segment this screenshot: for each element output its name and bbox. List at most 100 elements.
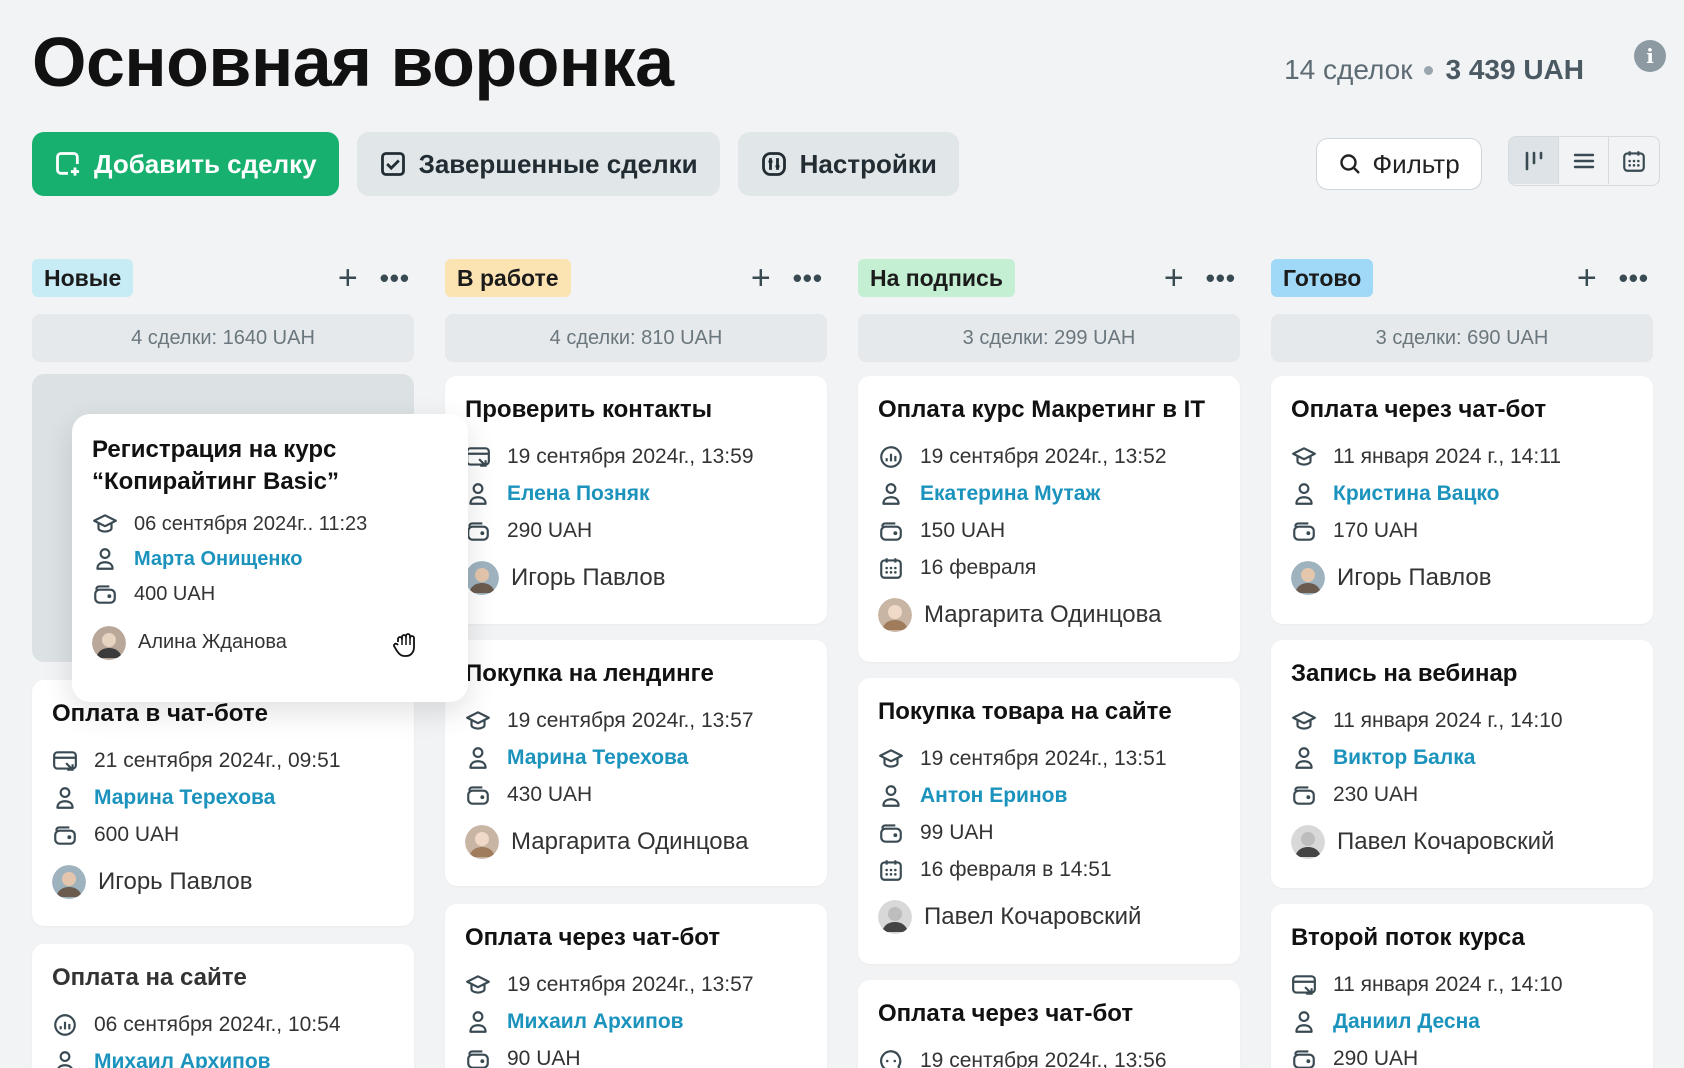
form-icon (1291, 972, 1317, 998)
client-link[interactable]: Марина Терехова (94, 786, 275, 810)
deal-card[interactable]: Оплата через чат-бот 19 сентября 2024г.,… (445, 904, 827, 1068)
due-date: 16 февраля в 14:51 (920, 857, 1112, 881)
user-icon (465, 1009, 491, 1035)
client-link[interactable]: Михаил Архипов (94, 1050, 271, 1068)
add-card-icon[interactable]: + (338, 261, 358, 295)
deal-amount: 400 UAH (134, 582, 216, 605)
add-card-icon[interactable]: + (1577, 261, 1597, 295)
grab-cursor-icon (393, 633, 415, 657)
wallet-icon (878, 518, 904, 544)
deal-date: 19 сентября 2024г., 13:57 (507, 972, 754, 996)
course-icon (465, 708, 491, 734)
search-icon (1340, 154, 1361, 174)
list-icon (1573, 153, 1594, 168)
more-icon[interactable]: ••• (1206, 265, 1236, 291)
avatar (878, 900, 912, 935)
deal-amount: 90 UAH (507, 1046, 581, 1068)
wallet-icon (878, 820, 904, 846)
deal-amount: 99 UAH (920, 820, 994, 844)
settings-icon (761, 152, 786, 176)
settings-button[interactable]: Настройки (737, 132, 959, 196)
add-deal-icon (56, 152, 80, 176)
course-icon (1291, 708, 1317, 734)
deal-title: Регистрация на курс “Копирайтинг Basic” (92, 436, 340, 496)
deal-card[interactable]: Второй поток курса 11 января 2024 г., 14… (1271, 904, 1653, 1068)
info-icon[interactable]: i (1634, 40, 1666, 72)
add-card-icon[interactable]: + (751, 261, 771, 295)
deal-card[interactable]: Оплата курс Макретинг в IT 19 сентября 2… (858, 376, 1240, 662)
user-icon (465, 481, 491, 507)
client-link[interactable]: Антон Еринов (920, 784, 1067, 808)
client-link[interactable]: Екатерина Мутаж (920, 482, 1100, 506)
avatar (92, 625, 126, 660)
user-icon (52, 785, 78, 811)
deal-date: 21 сентября 2024г., 09:51 (94, 748, 341, 772)
more-icon[interactable]: ••• (793, 265, 823, 291)
wallet-icon (465, 518, 491, 544)
client-link[interactable]: Марина Терехова (507, 746, 688, 770)
wallet-icon (1291, 782, 1317, 808)
user-icon (52, 1049, 78, 1068)
deal-card[interactable]: Запись на вебинар 11 января 2024 г., 14:… (1271, 640, 1653, 888)
deal-title: Оплата через чат-бот (878, 1000, 1134, 1027)
kanban-view-button[interactable] (1509, 137, 1559, 184)
user-icon (1291, 745, 1317, 771)
list-view-button[interactable] (1559, 137, 1609, 184)
column-stats: 4 сделки: 1640 UAH (32, 314, 414, 362)
deal-card[interactable]: Покупка товара на сайте 19 сентября 2024… (858, 678, 1240, 964)
course-icon (92, 511, 118, 537)
more-icon[interactable]: ••• (1619, 265, 1649, 291)
deal-date: 06 сентября 2024г.. 11:23 (134, 512, 368, 535)
client-link[interactable]: Кристина Вацко (1333, 482, 1499, 506)
deal-card[interactable]: Покупка на лендинге 19 сентября 2024г., … (445, 640, 827, 886)
user-icon (878, 783, 904, 809)
wallet-icon (465, 782, 491, 808)
wallet-icon (1291, 518, 1317, 544)
stage-badge[interactable]: Готово (1271, 259, 1374, 297)
deal-card[interactable]: Оплата на сайте 06 сентября 2024г., 10:5… (32, 944, 414, 1068)
client-link[interactable]: Михаил Архипов (507, 1010, 684, 1034)
wallet-icon (92, 581, 118, 607)
stage-badge[interactable]: Новые (32, 259, 134, 297)
more-icon[interactable]: ••• (380, 265, 410, 291)
calendar-view-button[interactable] (1609, 137, 1659, 184)
user-icon (1291, 481, 1317, 507)
add-deal-button[interactable]: Добавить сделку (32, 132, 339, 196)
avatar (465, 825, 499, 860)
deal-amount: 230 UAH (1333, 782, 1419, 806)
completed-deals-button[interactable]: Завершенные сделки (356, 132, 720, 196)
client-link[interactable]: Виктор Балка (1333, 746, 1475, 770)
owner-name: Игорь Павлов (511, 564, 666, 592)
user-icon (1291, 1009, 1317, 1035)
chart-icon (878, 444, 904, 470)
client-link[interactable]: Елена Позняк (507, 482, 649, 506)
checkbox-icon (380, 152, 405, 176)
deal-card[interactable]: Проверить контакты 19 сентября 2024г., 1… (445, 376, 827, 624)
filter-button[interactable]: Фильтр (1316, 138, 1482, 190)
deal-card[interactable]: Оплата через чат-бот 19 сентября 2024г.,… (858, 980, 1240, 1068)
stage-badge[interactable]: На подпись (858, 259, 1015, 297)
deal-date: 11 января 2024 г., 14:10 (1333, 972, 1563, 996)
calendar-icon (878, 555, 904, 581)
calendar-icon (878, 857, 904, 883)
stage-badge[interactable]: В работе (445, 259, 571, 297)
deal-amount: 150 UAH (920, 518, 1006, 542)
pipeline-summary: 14 сделок 3 439 UAH (1284, 54, 1584, 86)
separator-dot (1424, 65, 1434, 75)
deal-title: Покупка товара на сайте (878, 698, 1172, 725)
column-stats: 4 сделки: 810 UAH (445, 314, 827, 362)
deal-amount: 290 UAH (1333, 1046, 1419, 1068)
course-icon (1291, 444, 1317, 470)
deal-title: Оплата на сайте (52, 964, 247, 991)
deal-card[interactable]: Оплата в чат-боте 21 сентября 2024г., 09… (32, 680, 414, 926)
course-icon (878, 746, 904, 772)
toolbar: Добавить сделку Завершенные сделки Настр… (32, 132, 959, 196)
deal-amount: 600 UAH (94, 822, 180, 846)
client-link[interactable]: Даниил Десна (1333, 1010, 1480, 1034)
client-link[interactable]: Марта Онищенко (134, 548, 302, 571)
column-done: Готово + ••• 3 сделки: 690 UAH (1271, 258, 1653, 362)
deal-card[interactable]: Оплата через чат-бот 11 января 2024 г., … (1271, 376, 1653, 624)
add-card-icon[interactable]: + (1164, 261, 1184, 295)
user-icon (92, 546, 118, 572)
due-date: 16 февраля (920, 555, 1037, 579)
